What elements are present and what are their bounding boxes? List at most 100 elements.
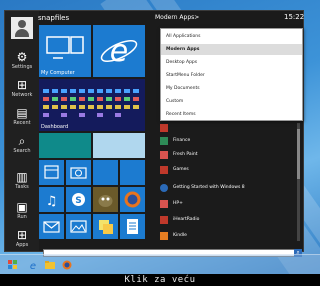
app-name: Getting Started with Windows 8 bbox=[173, 185, 245, 190]
sidebar-item-label: Settings bbox=[11, 64, 33, 70]
sidebar-item-search[interactable]: ⌕ Search bbox=[5, 133, 39, 161]
dropdown-item-desktop-apps[interactable]: Desktop Apps bbox=[161, 57, 302, 68]
dropdown-item-startmenu-folder[interactable]: StartMenu Folder bbox=[161, 70, 302, 81]
svg-text:e: e bbox=[110, 34, 128, 69]
tile-calendar[interactable] bbox=[39, 160, 64, 185]
desktop: ⚙ Settings ⊞ Network ▤ Recent ⌕ Search ▥… bbox=[0, 0, 320, 274]
sidebar-item-label: Apps bbox=[15, 242, 29, 248]
firefox-icon[interactable] bbox=[62, 260, 72, 270]
dropdown-item-my-documents[interactable]: My Documents bbox=[161, 83, 302, 94]
tile-internet-explorer[interactable]: e bbox=[93, 25, 145, 77]
scrollbar-thumb[interactable] bbox=[297, 129, 300, 179]
app-list-item[interactable]: iHeartRadio bbox=[160, 214, 300, 226]
games-icon bbox=[160, 166, 168, 174]
sidebar: ⚙ Settings ⊞ Network ▤ Recent ⌕ Search ▥… bbox=[5, 11, 39, 251]
category-dropdown[interactable]: All Applications Modern Apps Desktop App… bbox=[160, 28, 303, 121]
hp-icon bbox=[160, 200, 168, 208]
music-icon: ♫ bbox=[46, 194, 58, 209]
app-list-item[interactable]: Getting Started with Windows 8 bbox=[160, 182, 300, 194]
photos-icon bbox=[70, 220, 87, 233]
tile-photos[interactable] bbox=[66, 214, 91, 239]
iheartradio-icon bbox=[160, 216, 168, 224]
app-list-item[interactable]: Kindle bbox=[160, 230, 300, 242]
start-menu: ⚙ Settings ⊞ Network ▤ Recent ⌕ Search ▥… bbox=[4, 10, 305, 257]
caption[interactable]: Klik za veću bbox=[0, 274, 320, 286]
start-icon[interactable] bbox=[8, 260, 18, 270]
tile-label: Dashboard bbox=[41, 124, 69, 130]
app-list-item[interactable]: Fresh Paint bbox=[160, 149, 300, 161]
user-avatar[interactable] bbox=[11, 17, 33, 39]
app-name: iHeartRadio bbox=[173, 217, 200, 222]
tile-word[interactable] bbox=[120, 214, 145, 239]
tile-sticky-notes[interactable] bbox=[93, 214, 118, 239]
svg-text:S: S bbox=[75, 196, 81, 206]
recent-icon: ▤ bbox=[16, 106, 28, 120]
sidebar-item-label: Search bbox=[13, 148, 31, 154]
mail-icon bbox=[43, 221, 60, 233]
app-name: Fresh Paint bbox=[173, 152, 198, 157]
tile-my-computer[interactable]: My Computer bbox=[39, 25, 91, 77]
firefox-icon bbox=[124, 191, 141, 208]
network-icon: ⊞ bbox=[16, 78, 28, 92]
app-name: HP+ bbox=[173, 201, 183, 206]
calendar-icon bbox=[44, 165, 59, 179]
sidebar-item-label: Network bbox=[11, 92, 33, 98]
internet-explorer-icon[interactable]: e bbox=[28, 260, 38, 270]
camera-icon bbox=[70, 167, 87, 179]
gear-icon: ⚙ bbox=[16, 50, 28, 64]
taskbar: e bbox=[0, 254, 320, 274]
app-name: Games bbox=[173, 167, 189, 172]
tile-skype[interactable]: S bbox=[66, 187, 91, 212]
sidebar-item-label: Run bbox=[17, 214, 27, 220]
svg-text:e: e bbox=[30, 261, 36, 270]
app-name: Finance bbox=[173, 138, 191, 143]
folder-icon[interactable] bbox=[45, 260, 55, 270]
tile-mail[interactable] bbox=[39, 214, 64, 239]
app-list-item[interactable]: HP+ bbox=[160, 198, 300, 210]
dropdown-item-custom[interactable]: Custom bbox=[161, 96, 302, 107]
apps-category-selector[interactable]: Modern Apps> bbox=[155, 14, 199, 21]
username: snapfiles bbox=[38, 14, 70, 22]
search-icon: ⌕ bbox=[18, 134, 26, 148]
tile-label: My Computer bbox=[41, 70, 75, 76]
gimp-icon bbox=[98, 195, 113, 207]
run-icon: ▣ bbox=[16, 200, 28, 214]
tile-blank-2[interactable] bbox=[120, 160, 145, 185]
apps-icon: ⊞ bbox=[16, 228, 28, 242]
sidebar-item-apps[interactable]: ⊞ Apps bbox=[5, 227, 39, 255]
fresh-paint-icon bbox=[160, 151, 168, 159]
app-list-item[interactable]: Finance bbox=[160, 135, 300, 147]
sticky-notes-icon bbox=[99, 220, 113, 234]
app-icon bbox=[160, 124, 168, 132]
sidebar-item-label: Tasks bbox=[15, 184, 29, 190]
dropdown-item-all-applications[interactable]: All Applications bbox=[161, 31, 302, 42]
app-list-item[interactable]: Games bbox=[160, 164, 300, 176]
tile-music[interactable]: ♫ bbox=[39, 187, 64, 212]
sidebar-item-label: Recent bbox=[13, 120, 31, 126]
document-icon bbox=[127, 219, 138, 234]
tile-light[interactable] bbox=[93, 133, 145, 158]
dropdown-item-recent-items[interactable]: Recent Items bbox=[161, 109, 302, 120]
app-list-item[interactable] bbox=[160, 122, 300, 134]
tile-blank-1[interactable] bbox=[93, 160, 118, 185]
kindle-icon bbox=[160, 232, 168, 240]
tile-cyan[interactable] bbox=[39, 133, 91, 158]
finance-icon bbox=[160, 137, 168, 145]
clock: 15:22 bbox=[284, 13, 305, 21]
tile-camera[interactable] bbox=[66, 160, 91, 185]
sidebar-item-tasks[interactable]: ▥ Tasks bbox=[5, 169, 39, 197]
internet-explorer-icon: e bbox=[100, 34, 138, 69]
tile-dashboard[interactable]: Dashboard bbox=[39, 79, 145, 131]
sidebar-item-run[interactable]: ▣ Run bbox=[5, 199, 39, 227]
sidebar-item-network[interactable]: ⊞ Network bbox=[5, 77, 39, 105]
getting-started-icon bbox=[160, 184, 168, 192]
dropdown-item-modern-apps[interactable]: Modern Apps bbox=[161, 44, 302, 55]
tasks-icon: ▥ bbox=[16, 170, 28, 184]
sidebar-item-recent[interactable]: ▤ Recent bbox=[5, 105, 39, 133]
tile-firefox[interactable] bbox=[120, 187, 145, 212]
svg-text:♫: ♫ bbox=[46, 194, 58, 209]
skype-icon: S bbox=[72, 193, 85, 206]
app-name: Kindle bbox=[173, 233, 187, 238]
tile-gimp[interactable] bbox=[93, 187, 118, 212]
sidebar-item-settings[interactable]: ⚙ Settings bbox=[5, 49, 39, 77]
